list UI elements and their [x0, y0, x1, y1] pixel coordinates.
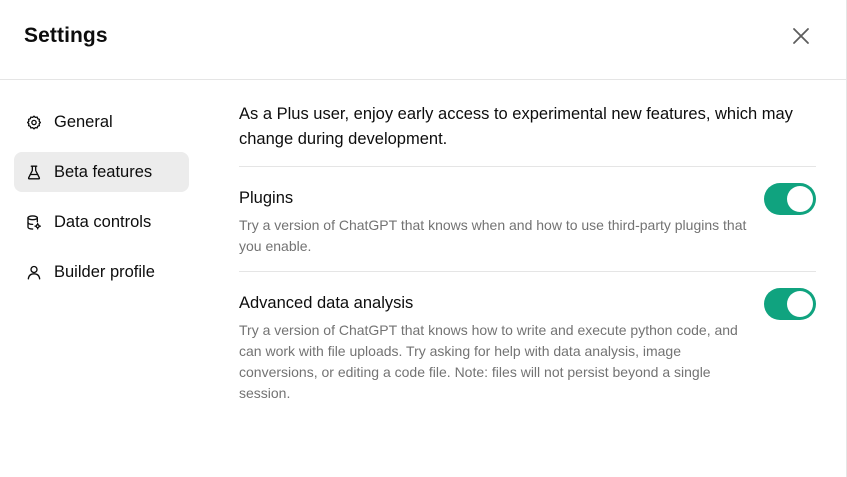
feature-advanced-data-analysis: Advanced data analysis Try a version of … [239, 272, 816, 418]
gear-icon [26, 114, 42, 130]
sidebar-item-beta-features[interactable]: Beta features [14, 152, 189, 192]
feature-description: Try a version of ChatGPT that knows when… [239, 217, 747, 254]
sidebar-item-label: General [54, 112, 113, 131]
settings-sidebar: General Beta features Data controls Buil… [14, 102, 189, 302]
sidebar-item-general[interactable]: General [14, 102, 189, 142]
close-icon [792, 27, 810, 50]
settings-dialog: Settings General Beta features Data cont… [0, 0, 847, 477]
flask-icon [26, 164, 42, 180]
feature-title: Plugins [239, 189, 294, 207]
toggle-knob [787, 186, 813, 212]
advanced-data-analysis-toggle[interactable] [764, 288, 816, 320]
user-icon [26, 264, 42, 280]
sidebar-item-label: Builder profile [54, 262, 155, 281]
feature-plugins: Plugins Try a version of ChatGPT that kn… [239, 167, 816, 272]
dialog-title: Settings [24, 24, 108, 47]
sidebar-item-builder-profile[interactable]: Builder profile [14, 252, 189, 292]
database-icon [26, 214, 42, 230]
sidebar-item-data-controls[interactable]: Data controls [14, 202, 189, 242]
dialog-header: Settings [0, 0, 846, 80]
feature-description: Try a version of ChatGPT that knows how … [239, 322, 738, 401]
sidebar-item-label: Beta features [54, 162, 153, 181]
intro-text: As a Plus user, enjoy early access to ex… [239, 102, 816, 167]
sidebar-item-label: Data controls [54, 212, 152, 231]
plugins-toggle[interactable] [764, 183, 816, 215]
toggle-knob [787, 291, 813, 317]
feature-title: Advanced data analysis [239, 294, 414, 312]
beta-features-panel: As a Plus user, enjoy early access to ex… [239, 102, 816, 418]
close-button[interactable] [786, 23, 816, 53]
